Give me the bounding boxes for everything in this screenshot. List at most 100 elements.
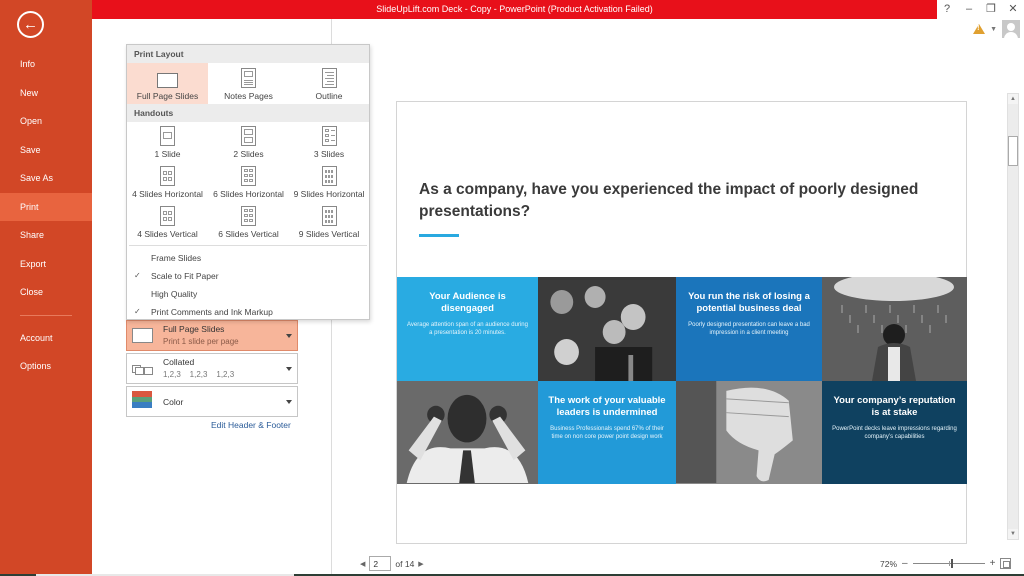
current-page-input[interactable] [369, 556, 392, 571]
slide-tile-text: Your Audience is disengaged Average atten… [397, 277, 538, 381]
handout-1-icon [160, 126, 175, 146]
color-swatch-stripe [132, 402, 152, 409]
scroll-down-icon[interactable]: ▼ [1008, 529, 1018, 539]
handout-option-label: 3 Slides [313, 149, 345, 159]
sidebar-item-save-as[interactable]: Save As [0, 164, 92, 193]
layout-option-notes-pages[interactable]: Notes Pages [208, 63, 289, 104]
handout-option-2-slides[interactable]: 2 Slides [208, 122, 289, 162]
layout-setting-dropdown[interactable]: Full Page Slides Print 1 slide per page [126, 320, 298, 351]
checkmark-icon: ✓ [134, 307, 141, 316]
handout-option-6-slides-vertical[interactable]: 6 Slides Vertical [208, 202, 289, 242]
option-print-comments-and-ink-markup[interactable]: ✓ Print Comments and Ink Markup [127, 303, 369, 321]
handout-option-9-slides-vertical[interactable]: 9 Slides Vertical [289, 202, 369, 242]
scrollbar-thumb[interactable] [1008, 135, 1018, 166]
help-button[interactable]: ? [936, 0, 958, 19]
option-label: Print Comments and Ink Markup [151, 307, 273, 317]
handout-option-label: 1 Slide [154, 149, 181, 159]
handout-option-label: 4 Slides Vertical [137, 229, 198, 239]
option-label: Frame Slides [151, 253, 202, 263]
slide-preview-page: As a company, have you experienced the i… [396, 101, 967, 544]
notes-pages-icon [241, 68, 256, 88]
backstage-nav: Info New Open Save Save As Print Share Export Cl… [0, 50, 92, 381]
previous-page-icon[interactable]: ◀ [360, 560, 365, 568]
warning-icon[interactable] [973, 24, 986, 34]
option-high-quality[interactable]: High Quality [127, 285, 369, 303]
layout-option-outline[interactable]: Outline [289, 63, 369, 104]
sidebar-item-close[interactable]: Close [0, 278, 92, 307]
close-button[interactable]: ✕ [1002, 0, 1024, 19]
handout-option-1-slide[interactable]: 1 Slide [127, 122, 208, 162]
zoom-control: 72% – + [880, 558, 1012, 569]
collation-setting-dropdown[interactable]: Collated 1,2,3 1,2,3 1,2,3 [126, 353, 298, 384]
handout-4h-icon [160, 166, 175, 186]
warning-dropdown-icon[interactable]: ▼ [990, 26, 997, 33]
sidebar-item-export[interactable]: Export [0, 250, 92, 279]
option-scale-to-fit-paper[interactable]: ✓ Scale to Fit Paper [127, 267, 369, 285]
handout-option-6-slides-horizontal[interactable]: 6 Slides Horizontal [208, 162, 289, 202]
color-setting-title: Color [163, 397, 184, 407]
next-page-icon[interactable]: ▶ [418, 560, 423, 568]
collation-setting-subtitle: 1,2,3 1,2,3 1,2,3 [163, 370, 235, 379]
handout-9h-icon [321, 166, 337, 186]
zoom-slider-thumb[interactable] [951, 559, 954, 568]
back-button[interactable]: ← [17, 11, 44, 38]
window-controls: ? – ❐ ✕ [936, 0, 1024, 19]
tile-heading: Your Audience is disengaged [429, 291, 506, 314]
backstage-sidebar: ← Info New Open Save Save As Print Share Export… [0, 0, 92, 576]
slide-tile-text: Your company’s reputation is at stake Pow… [822, 381, 967, 484]
print-options-list: Frame Slides ✓ Scale to Fit Paper High Qual… [127, 249, 369, 321]
sidebar-item-new[interactable]: New [0, 79, 92, 108]
tile-body: Average attention span of an audience du… [407, 322, 528, 336]
outline-icon [321, 68, 337, 88]
chevron-down-icon [286, 400, 292, 404]
sidebar-item-save[interactable]: Save [0, 136, 92, 165]
preview-vertical-scrollbar[interactable]: ▲ ▼ [1007, 93, 1019, 540]
sidebar-item-share[interactable]: Share [0, 221, 92, 250]
handout-option-label: 6 Slides Vertical [218, 229, 279, 239]
total-pages-label: of 14 [395, 558, 415, 569]
user-avatar-icon[interactable] [1002, 20, 1020, 38]
window-title: SlideUpLift.com Deck - Copy - PowerPoint… [376, 4, 653, 14]
handout-option-3-slides[interactable]: 3 Slides [289, 122, 369, 162]
handout-option-9-slides-horizontal[interactable]: 9 Slides Horizontal [289, 162, 369, 202]
slide-tile-text: You run the risk of losing a potential b… [676, 277, 822, 381]
sidebar-item-open[interactable]: Open [0, 107, 92, 136]
sidebar-item-print[interactable]: Print [0, 192, 92, 221]
zoom-to-page-icon[interactable] [1000, 558, 1012, 569]
option-frame-slides[interactable]: Frame Slides [127, 249, 369, 267]
minimize-button[interactable]: – [958, 0, 980, 19]
tile-body: Poorly designed presentation can leave a… [688, 322, 810, 336]
full-page-slide-icon [132, 328, 153, 343]
tile-body: Business Professionals spend 67% of thei… [550, 426, 664, 440]
handout-option-4-slides-horizontal[interactable]: 4 Slides Horizontal [127, 162, 208, 202]
layout-option-full-page-slides[interactable]: Full Page Slides [127, 63, 208, 104]
handout-6h-icon [241, 166, 256, 186]
zoom-out-button[interactable]: – [902, 558, 908, 569]
layout-setting-subtitle: Print 1 slide per page [163, 337, 239, 346]
menu-divider [129, 245, 367, 246]
handout-option-4-slides-vertical[interactable]: 4 Slides Vertical [127, 202, 208, 242]
layout-setting-title: Full Page Slides [163, 324, 225, 334]
slide-title: As a company, have you experienced the i… [419, 181, 919, 220]
handout-option-label: 6 Slides Horizontal [213, 189, 284, 199]
sidebar-item-options[interactable]: Options [0, 352, 92, 381]
sidebar-divider [20, 314, 72, 316]
zoom-in-button[interactable]: + [990, 558, 996, 569]
zoom-level-label[interactable]: 72% [880, 559, 897, 569]
account-area: ▼ [973, 20, 1020, 38]
restore-button[interactable]: ❐ [980, 0, 1002, 19]
chevron-down-icon [286, 367, 292, 371]
handout-options: 1 Slide 2 Slides 3 Slides 4 Slides Horizont… [127, 122, 369, 242]
zoom-slider[interactable] [912, 559, 985, 568]
color-setting-dropdown[interactable]: Color [126, 386, 298, 417]
handout-option-label: 2 Slides [233, 149, 264, 159]
edit-header-footer-link[interactable]: Edit Header & Footer [211, 420, 291, 430]
sidebar-item-account[interactable]: Account [0, 324, 92, 353]
option-label: Scale to Fit Paper [151, 271, 219, 281]
handout-9v-icon [321, 206, 337, 226]
slide-tile-grid: Your Audience is disengaged Average atten… [397, 277, 967, 484]
scroll-up-icon[interactable]: ▲ [1008, 94, 1018, 104]
handout-option-label: 9 Slides Horizontal [293, 189, 365, 199]
sidebar-item-info[interactable]: Info [0, 50, 92, 79]
handout-option-label: 9 Slides Vertical [298, 229, 360, 239]
